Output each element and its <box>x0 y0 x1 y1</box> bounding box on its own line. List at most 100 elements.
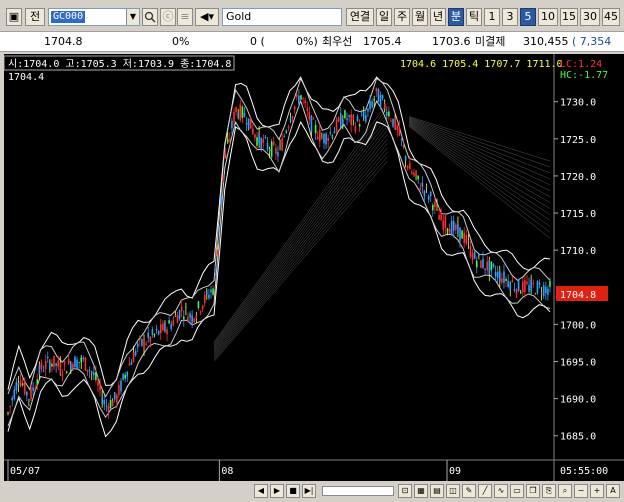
minus-icon[interactable]: − <box>574 484 588 498</box>
code-input[interactable]: GC000 ▼ <box>48 8 140 26</box>
candle-body <box>396 125 399 130</box>
y-tick-label: 1715.0 <box>560 209 596 220</box>
window-icon[interactable]: ▣ <box>6 8 22 26</box>
candle-body <box>542 285 545 297</box>
fan-line <box>213 152 388 359</box>
candle-body <box>463 232 466 243</box>
fan-line <box>408 117 551 174</box>
fan-line <box>408 120 551 191</box>
scrollbar[interactable] <box>322 486 394 496</box>
period-button-0[interactable]: 연결 <box>346 8 374 26</box>
tools-icon[interactable]: ✎ <box>462 484 476 498</box>
period-button-4[interactable]: 년 <box>430 8 446 26</box>
candle-body <box>99 383 101 391</box>
fan-line <box>408 123 551 221</box>
candle-body <box>116 394 118 403</box>
candle-body <box>141 339 143 346</box>
candle-body <box>446 229 449 232</box>
candle-body <box>350 114 352 126</box>
candle-body <box>63 361 66 365</box>
candle-body <box>38 364 41 375</box>
candle-body <box>329 132 332 134</box>
candle-body <box>272 142 275 145</box>
candle-body <box>492 264 495 267</box>
candle-body <box>13 389 16 399</box>
candle-body <box>494 272 497 277</box>
candle-body <box>231 120 233 129</box>
candle-body <box>245 122 248 125</box>
candle-body <box>28 399 30 401</box>
candle-body <box>448 228 451 234</box>
chart-canvas[interactable]: 1730.0 1725.0 1720.0 1715.0 1710.0 1700.0 1695… <box>4 54 624 481</box>
period-button-8[interactable]: 3 <box>502 8 518 26</box>
grid-icon[interactable]: ▤ <box>430 484 444 498</box>
export-icon[interactable]: ⎘ <box>542 484 556 498</box>
candle-body <box>375 87 378 91</box>
time-tag: 05:55:00 <box>560 466 608 477</box>
candle-body <box>339 113 342 128</box>
candle-body <box>189 313 191 318</box>
candle-body <box>524 280 526 293</box>
volume-pct: 0%) <box>296 35 318 48</box>
period-button-11[interactable]: 15 <box>560 8 578 26</box>
volume: 0 ( <box>250 35 265 48</box>
candle-body <box>67 359 70 364</box>
plus-icon[interactable]: + <box>590 484 604 498</box>
speaker-icon[interactable]: ◀▾ <box>195 8 219 26</box>
layout-icon[interactable]: ▦ <box>414 484 428 498</box>
chevron-down-icon[interactable]: ▼ <box>126 9 139 25</box>
fan-line <box>409 116 551 162</box>
zoom-box-icon[interactable]: ⊡ <box>398 484 412 498</box>
line-icon[interactable]: ╱ <box>478 484 492 498</box>
period-button-1[interactable]: 일 <box>376 8 392 26</box>
candle-body <box>201 305 204 310</box>
period-button-6[interactable]: 틱 <box>466 8 482 26</box>
change-pct: 0% <box>172 35 190 48</box>
candle-body <box>185 306 187 309</box>
period-button-9[interactable]: 5 <box>520 8 536 26</box>
next-icon[interactable]: ▶| <box>302 484 316 498</box>
candle-body <box>289 117 292 122</box>
period-button-5[interactable]: 분 <box>448 8 464 26</box>
candle-body <box>344 110 346 119</box>
candle-body <box>308 111 311 120</box>
period-button-3[interactable]: 월 <box>412 8 428 26</box>
candle-body <box>118 385 120 395</box>
candle-body <box>166 329 168 335</box>
candle-body <box>105 405 108 407</box>
compare-icon[interactable]: ⓒ <box>160 8 176 26</box>
candle-body <box>26 392 28 396</box>
candle-body <box>323 133 325 144</box>
copy-icon[interactable]: ❐ <box>526 484 540 498</box>
stop-icon[interactable]: ■ <box>286 484 300 498</box>
candle-body <box>124 374 126 379</box>
font-icon[interactable]: A <box>606 484 620 498</box>
period-button-13[interactable]: 45 <box>602 8 620 26</box>
candle-body <box>9 406 11 408</box>
candle-body <box>109 400 112 409</box>
candle-body <box>281 138 283 151</box>
candle-body <box>335 119 338 132</box>
period-button-7[interactable]: 1 <box>484 8 500 26</box>
candle-body <box>206 290 208 295</box>
period-button-2[interactable]: 주 <box>394 8 410 26</box>
candle-body <box>180 306 183 311</box>
candle-body <box>21 383 24 386</box>
candle-body <box>46 356 49 359</box>
period-button-12[interactable]: 30 <box>580 8 600 26</box>
zoom-icon[interactable]: ⌕ <box>558 484 572 498</box>
price-chart[interactable]: 1730.0 1725.0 1720.0 1715.0 1710.0 1700.0 1695… <box>4 54 624 481</box>
prev-icon[interactable]: ◀ <box>254 484 268 498</box>
candle-body <box>488 260 491 275</box>
candle-body <box>260 138 263 150</box>
chart-type-icon[interactable]: ▭ <box>510 484 524 498</box>
wave-icon[interactable]: ∿ <box>494 484 508 498</box>
split-icon[interactable]: ◫ <box>446 484 460 498</box>
jeon-button[interactable]: 전 <box>25 8 45 26</box>
list-icon[interactable]: ≡ <box>177 8 193 26</box>
candle-body <box>517 279 520 291</box>
period-button-10[interactable]: 10 <box>538 8 558 26</box>
play-icon[interactable]: ▶ <box>270 484 284 498</box>
name-input[interactable]: Gold <box>222 8 342 26</box>
search-icon[interactable] <box>142 8 158 26</box>
